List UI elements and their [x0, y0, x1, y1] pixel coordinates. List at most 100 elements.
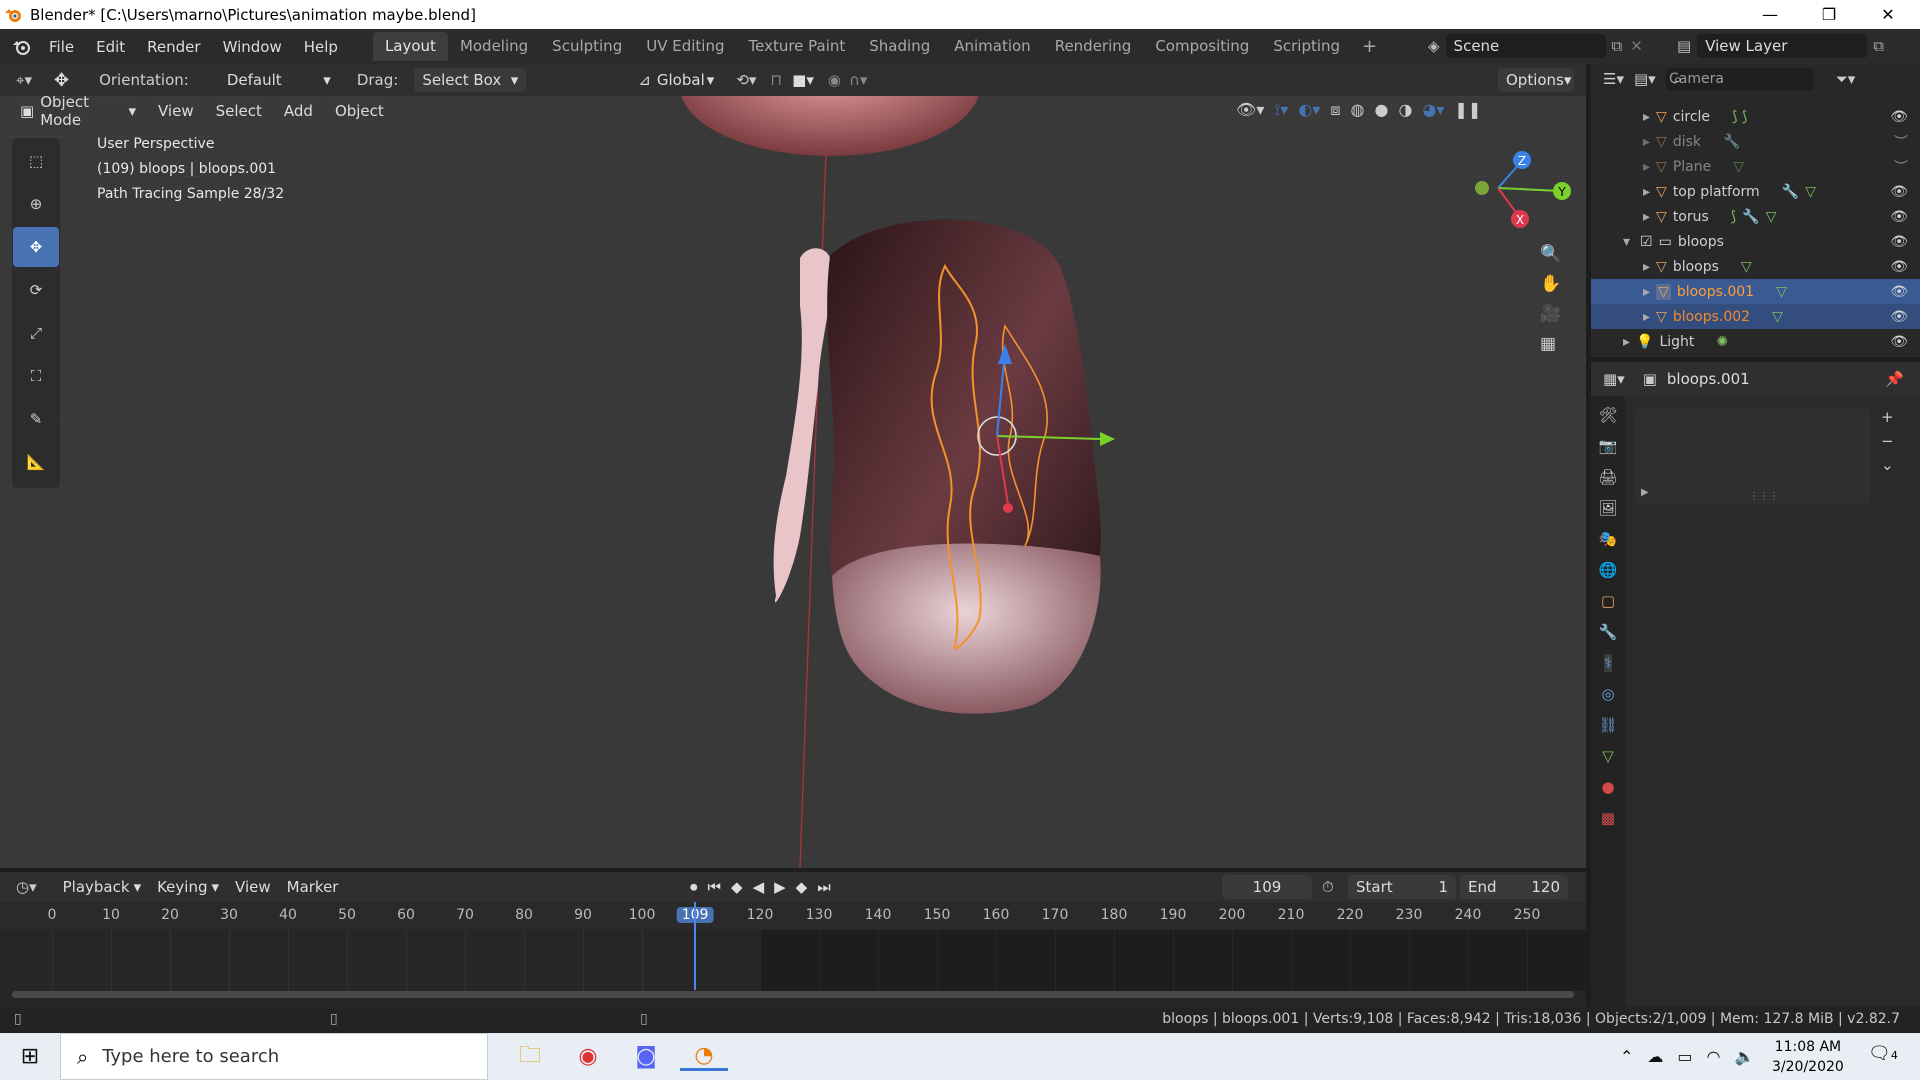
- resize-grip-icon[interactable]: ⋮⋮⋮: [1749, 491, 1779, 502]
- taskbar-search-box[interactable]: ⌕ Type here to search: [60, 1033, 488, 1080]
- eye-hidden-icon[interactable]: ︶: [1894, 132, 1908, 152]
- scene-browse-icon[interactable]: ◈: [1428, 37, 1440, 55]
- eye-icon[interactable]: 👁: [1890, 334, 1908, 350]
- playhead[interactable]: [694, 902, 697, 990]
- jump-start-icon[interactable]: ⏮: [708, 878, 722, 896]
- properties-type-icon[interactable]: ▦▾: [1603, 370, 1625, 388]
- checkbox-icon[interactable]: ☑: [1640, 234, 1653, 250]
- new-scene-icon[interactable]: ⧉: [1612, 37, 1623, 55]
- expand-arrow-icon[interactable]: ▸: [1643, 109, 1650, 125]
- tab-layout[interactable]: Layout: [372, 32, 448, 61]
- tab-compositing[interactable]: Compositing: [1143, 32, 1261, 61]
- rotate-tool[interactable]: ⟳: [13, 270, 59, 310]
- editor-type-icon[interactable]: ⌖▾: [16, 71, 32, 89]
- timeline-view-menu[interactable]: View: [227, 875, 279, 899]
- view-layer-icon[interactable]: ▤: [1677, 37, 1691, 55]
- tab-sculpting[interactable]: Sculpting: [540, 32, 634, 61]
- eye-icon[interactable]: 👁: [1890, 234, 1908, 250]
- outliner-row-bloops-002[interactable]: ▸ ▽ bloops.002 ▽ 👁: [1591, 304, 1920, 329]
- outliner-row-bloops-collection[interactable]: ▾ ☑ ▭ bloops 👁: [1591, 229, 1920, 254]
- pan-hand-icon[interactable]: ✋: [1540, 274, 1561, 294]
- orientation-select[interactable]: Default ▾: [218, 68, 339, 92]
- delete-scene-icon[interactable]: ✕: [1630, 37, 1643, 55]
- nav-gizmo-neg-y[interactable]: [1475, 181, 1489, 195]
- solid-shading-icon[interactable]: ●: [1374, 100, 1388, 120]
- tray-overflow-icon[interactable]: ⌃: [1620, 1047, 1633, 1066]
- keying-menu[interactable]: Keying ▾: [149, 875, 227, 899]
- prev-keyframe-icon[interactable]: ◆: [731, 878, 743, 896]
- close-button[interactable]: ✕: [1859, 0, 1917, 29]
- view-layer-field[interactable]: View Layer: [1697, 34, 1868, 58]
- expand-arrow-icon[interactable]: ▸: [1643, 159, 1650, 175]
- viewport-scene[interactable]: Z Y X: [0, 96, 1586, 868]
- material-tab-icon[interactable]: ●: [1601, 778, 1614, 796]
- snap-target-icon[interactable]: ■▾: [792, 71, 814, 89]
- outliner-row-bloops-001[interactable]: ▸ ▽ bloops.001 ▽ 👁: [1591, 279, 1920, 304]
- volume-icon[interactable]: 🔈: [1735, 1047, 1755, 1066]
- transform-tool[interactable]: ⛶: [13, 356, 59, 396]
- snap-icon[interactable]: ⊓: [770, 71, 782, 89]
- select-box-tool[interactable]: ⬚: [13, 141, 59, 181]
- cursor-tool[interactable]: ⊕: [13, 184, 59, 224]
- move-tool[interactable]: ✥: [13, 227, 59, 267]
- collapse-arrow-icon[interactable]: ▾: [1623, 234, 1630, 250]
- expand-arrow-icon[interactable]: ▸: [1643, 259, 1650, 275]
- tab-animation[interactable]: Animation: [942, 32, 1042, 61]
- play-reverse-icon[interactable]: ◀: [753, 878, 765, 896]
- expand-arrow-icon[interactable]: ▸: [1643, 309, 1650, 325]
- expand-arrow-icon[interactable]: ▶: [1641, 487, 1649, 498]
- menu-render[interactable]: Render: [136, 38, 211, 56]
- eye-icon[interactable]: 👁: [1890, 209, 1908, 225]
- tab-scripting[interactable]: Scripting: [1261, 32, 1352, 61]
- eye-hidden-icon[interactable]: ︶: [1894, 157, 1908, 177]
- tab-texture-paint[interactable]: Texture Paint: [736, 32, 857, 61]
- gizmo-x-handle[interactable]: [1003, 503, 1013, 513]
- camera-view-icon[interactable]: 🎥: [1540, 304, 1561, 324]
- outliner-row-light[interactable]: ▸ 💡 Light ✺ 👁: [1591, 329, 1920, 354]
- discord-icon[interactable]: ◙: [622, 1044, 670, 1069]
- tab-modeling[interactable]: Modeling: [448, 32, 540, 61]
- timeline-scrollbar[interactable]: [12, 991, 1574, 998]
- menu-object[interactable]: Object: [326, 99, 392, 123]
- current-frame-field[interactable]: 109: [1222, 875, 1312, 899]
- measure-tool[interactable]: 📐: [13, 442, 59, 482]
- specials-menu-icon[interactable]: ⌄: [1881, 456, 1894, 474]
- expand-arrow-icon[interactable]: ▸: [1623, 334, 1630, 350]
- scene-tab-icon[interactable]: 🎭: [1599, 530, 1618, 548]
- particle-systems-list[interactable]: ▶ ⋮⋮⋮: [1635, 408, 1871, 504]
- xray-icon[interactable]: ⧈: [1330, 100, 1340, 120]
- mode-select[interactable]: ▣ Object Mode ▾: [12, 96, 144, 129]
- start-frame-field[interactable]: Start 1: [1348, 875, 1456, 899]
- outliner-row-camera[interactable]: Camera: [1591, 66, 1920, 91]
- pause-render-icon[interactable]: ❚❚: [1454, 100, 1481, 120]
- minimize-button[interactable]: —: [1741, 0, 1799, 29]
- constraints-tab-icon[interactable]: ⛓: [1598, 716, 1617, 734]
- 3d-viewport[interactable]: Z Y X ▣ Object Mode ▾ View Select Add Obje…: [0, 96, 1586, 868]
- marker-menu[interactable]: Marker: [279, 875, 347, 899]
- menu-help[interactable]: Help: [293, 38, 349, 56]
- modifier-tab-icon[interactable]: 🔧: [1599, 623, 1618, 641]
- zoom-icon[interactable]: 🔍: [1540, 244, 1561, 264]
- menu-view[interactable]: View: [150, 99, 202, 123]
- tab-rendering[interactable]: Rendering: [1043, 32, 1144, 61]
- eye-icon[interactable]: 👁: [1890, 309, 1908, 325]
- play-icon[interactable]: ▶: [774, 878, 786, 896]
- scene-field[interactable]: Scene: [1445, 34, 1606, 58]
- falloff-icon[interactable]: ∩▾: [849, 71, 868, 89]
- outliner-row-plane[interactable]: ▸ ▽ Plane ▽ ︶: [1591, 154, 1920, 179]
- tab-shading[interactable]: Shading: [857, 32, 942, 61]
- scale-tool[interactable]: ⤢: [13, 313, 59, 353]
- data-tab-icon[interactable]: ▽: [1602, 747, 1614, 765]
- expand-arrow-icon[interactable]: ▸: [1643, 209, 1650, 225]
- remove-item-icon[interactable]: −: [1881, 432, 1894, 450]
- tab-uv-editing[interactable]: UV Editing: [634, 32, 736, 61]
- file-explorer-icon[interactable]: 🗀: [506, 1038, 554, 1076]
- eye-icon[interactable]: 👁: [1890, 109, 1908, 125]
- proportional-edit-icon[interactable]: ◉: [828, 71, 841, 89]
- chrome-icon[interactable]: ◉: [564, 1044, 612, 1069]
- expand-arrow-icon[interactable]: ▸: [1643, 284, 1650, 300]
- outliner-row-torus[interactable]: ▸ ▽ torus ⟆ 🔧 ▽ 👁: [1591, 204, 1920, 229]
- notification-center-icon[interactable]: 🗨4: [1868, 1043, 1898, 1064]
- menu-file[interactable]: File: [38, 38, 85, 56]
- gizmo-toggle-icon[interactable]: ⟟▾: [1274, 100, 1288, 120]
